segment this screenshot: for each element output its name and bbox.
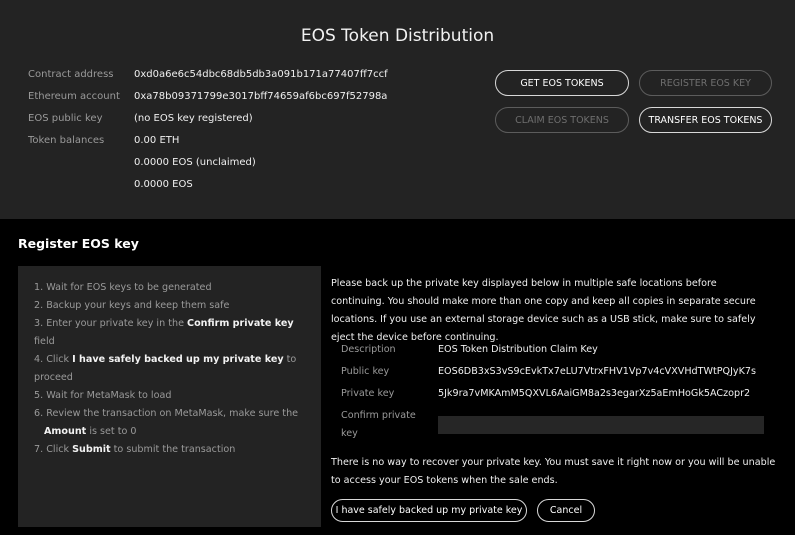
- register-eos-key-button[interactable]: REGISTER EOS KEY: [639, 70, 772, 96]
- confirm-private-key-input[interactable]: [438, 416, 764, 434]
- page-title: EOS Token Distribution: [300, 26, 495, 46]
- contract-address-value: 0xd0a6e6c54dbc68db5db3a091b171a77407ff7c…: [134, 69, 388, 80]
- distribution-header-panel: EOS Token Distribution Contract address …: [0, 0, 795, 219]
- token-balances-label: Token balances: [28, 135, 105, 146]
- step-item: 6. Review the transaction on MetaMask, m…: [34, 408, 299, 419]
- register-section-title: Register EOS key: [18, 236, 139, 251]
- public-key-value: EOS6DB3xS3vS9cEvkTx7eLU7VtrxFHV1Vp7v4cVX…: [438, 366, 756, 377]
- step-item: 7. Click Submit to submit the transactio…: [34, 444, 236, 455]
- contract-address-label: Contract address: [28, 69, 114, 80]
- recovery-warning: There is no way to recover your private …: [331, 457, 776, 486]
- private-key-label: Private key: [341, 388, 395, 399]
- description-value: EOS Token Distribution Claim Key: [438, 344, 598, 355]
- step-item: 2. Backup your keys and keep them safe: [34, 300, 230, 311]
- unclaimed-eos-balance-value: 0.0000 EOS (unclaimed): [134, 157, 256, 168]
- transfer-eos-tokens-button[interactable]: TRANSFER EOS TOKENS: [639, 107, 772, 133]
- description-label: Description: [341, 344, 396, 355]
- confirm-private-key-label: Confirm private key: [341, 410, 416, 439]
- eos-public-key-value: (no EOS key registered): [134, 113, 253, 124]
- public-key-label: Public key: [341, 366, 390, 377]
- instruction-steps: 1. Wait for EOS keys to be generated 2. …: [34, 279, 314, 459]
- step-item: 3. Enter your private key in the Confirm…: [34, 318, 294, 347]
- instructions-panel: 1. Wait for EOS keys to be generated 2. …: [18, 266, 321, 527]
- eos-balance-value: 0.0000 EOS: [134, 179, 193, 190]
- backed-up-confirm-button[interactable]: I have safely backed up my private key: [331, 499, 527, 522]
- eos-public-key-label: EOS public key: [28, 113, 103, 124]
- ethereum-account-value: 0xa78b09371799e3017bff74659af6bc697f5279…: [134, 91, 388, 102]
- cancel-button[interactable]: Cancel: [537, 499, 595, 522]
- step-item: 5. Wait for MetaMask to load: [34, 390, 172, 401]
- claim-eos-tokens-button[interactable]: CLAIM EOS TOKENS: [495, 107, 629, 133]
- private-key-value: 5Jk9ra7vMKAmM5QXVL6AaiGM8a2s3egarXz5aEmH…: [438, 388, 751, 399]
- backup-notice: Please back up the private key displayed…: [331, 278, 756, 343]
- ethereum-account-label: Ethereum account: [28, 91, 120, 102]
- get-eos-tokens-button[interactable]: GET EOS TOKENS: [495, 70, 629, 96]
- step-item: Amount is set to 0: [44, 426, 137, 437]
- eth-balance-value: 0.00 ETH: [134, 135, 180, 146]
- step-item: 1. Wait for EOS keys to be generated: [34, 282, 212, 293]
- step-item: 4. Click I have safely backed up my priv…: [34, 354, 297, 383]
